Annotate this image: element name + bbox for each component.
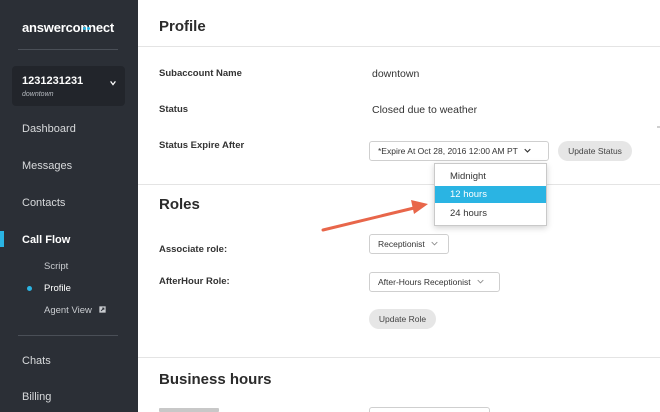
status-label: Status bbox=[159, 104, 189, 115]
expire-select-value: *Expire At Oct 28, 2016 12:00 AM PT bbox=[378, 146, 518, 156]
chevron-down-icon bbox=[110, 81, 116, 86]
subnav-profile[interactable]: Profile bbox=[44, 283, 71, 294]
nav-chats[interactable]: Chats bbox=[22, 355, 51, 367]
external-link-icon bbox=[98, 306, 106, 313]
business-hours-label bbox=[159, 408, 219, 412]
nav-call-flow[interactable]: Call Flow bbox=[22, 234, 70, 246]
expire-select[interactable]: *Expire At Oct 28, 2016 12:00 AM PT bbox=[369, 141, 549, 161]
nav-contacts[interactable]: Contacts bbox=[22, 197, 65, 209]
active-indicator bbox=[0, 231, 4, 247]
account-name: downtown bbox=[22, 91, 54, 98]
subaccount-label: Subaccount Name bbox=[159, 68, 242, 79]
profile-title: Profile bbox=[159, 18, 206, 35]
agent-view-label: Agent View bbox=[44, 305, 92, 316]
main-content: Profile Subaccount Name downtown Status … bbox=[138, 0, 660, 412]
account-switcher[interactable]: 1231231231 downtown bbox=[12, 66, 125, 106]
section-divider bbox=[138, 184, 660, 185]
afterhour-role-label: AfterHour Role: bbox=[159, 276, 230, 287]
afterhour-role-select[interactable]: After-Hours Receptionist bbox=[369, 272, 500, 292]
active-dot bbox=[27, 286, 32, 291]
subaccount-value: downtown bbox=[372, 68, 420, 80]
subnav-script[interactable]: Script bbox=[44, 261, 68, 272]
status-value: Closed due to weather bbox=[372, 104, 478, 116]
business-hours-title: Business hours bbox=[159, 371, 272, 388]
section-divider bbox=[138, 357, 660, 358]
business-hours-select[interactable] bbox=[369, 407, 490, 412]
afterhour-role-value: After-Hours Receptionist bbox=[378, 277, 471, 287]
nav-dashboard[interactable]: Dashboard bbox=[22, 123, 76, 135]
sidebar-divider bbox=[18, 335, 118, 336]
expire-dropdown-menu: Midnight 12 hours 24 hours bbox=[434, 163, 547, 226]
sidebar-divider bbox=[18, 49, 118, 50]
header-divider bbox=[138, 46, 660, 47]
chevron-down-icon bbox=[477, 279, 484, 284]
chevron-down-icon bbox=[431, 241, 438, 246]
associate-role-label: Associate role: bbox=[159, 244, 228, 255]
nav-messages[interactable]: Messages bbox=[22, 160, 72, 172]
associate-role-value: Receptionist bbox=[378, 239, 425, 249]
account-id: 1231231231 bbox=[22, 75, 84, 87]
update-status-button[interactable]: Update Status bbox=[558, 141, 632, 161]
dropdown-option-midnight[interactable]: Midnight bbox=[435, 168, 546, 185]
nav-billing[interactable]: Billing bbox=[22, 391, 51, 403]
logo-dots bbox=[83, 17, 91, 35]
dropdown-option-12-hours[interactable]: 12 hours bbox=[435, 186, 546, 203]
roles-title: Roles bbox=[159, 196, 200, 213]
chevron-down-icon bbox=[524, 148, 531, 153]
subnav-agent-view[interactable]: Agent View bbox=[44, 305, 106, 316]
associate-role-select[interactable]: Receptionist bbox=[369, 234, 449, 254]
dropdown-option-24-hours[interactable]: 24 hours bbox=[435, 205, 546, 222]
logo: answerconnect bbox=[22, 20, 115, 35]
sidebar: answerconnect 1231231231 downtown Dashbo… bbox=[0, 0, 138, 412]
expire-label: Status Expire After bbox=[159, 140, 245, 151]
update-role-button[interactable]: Update Role bbox=[369, 309, 436, 329]
